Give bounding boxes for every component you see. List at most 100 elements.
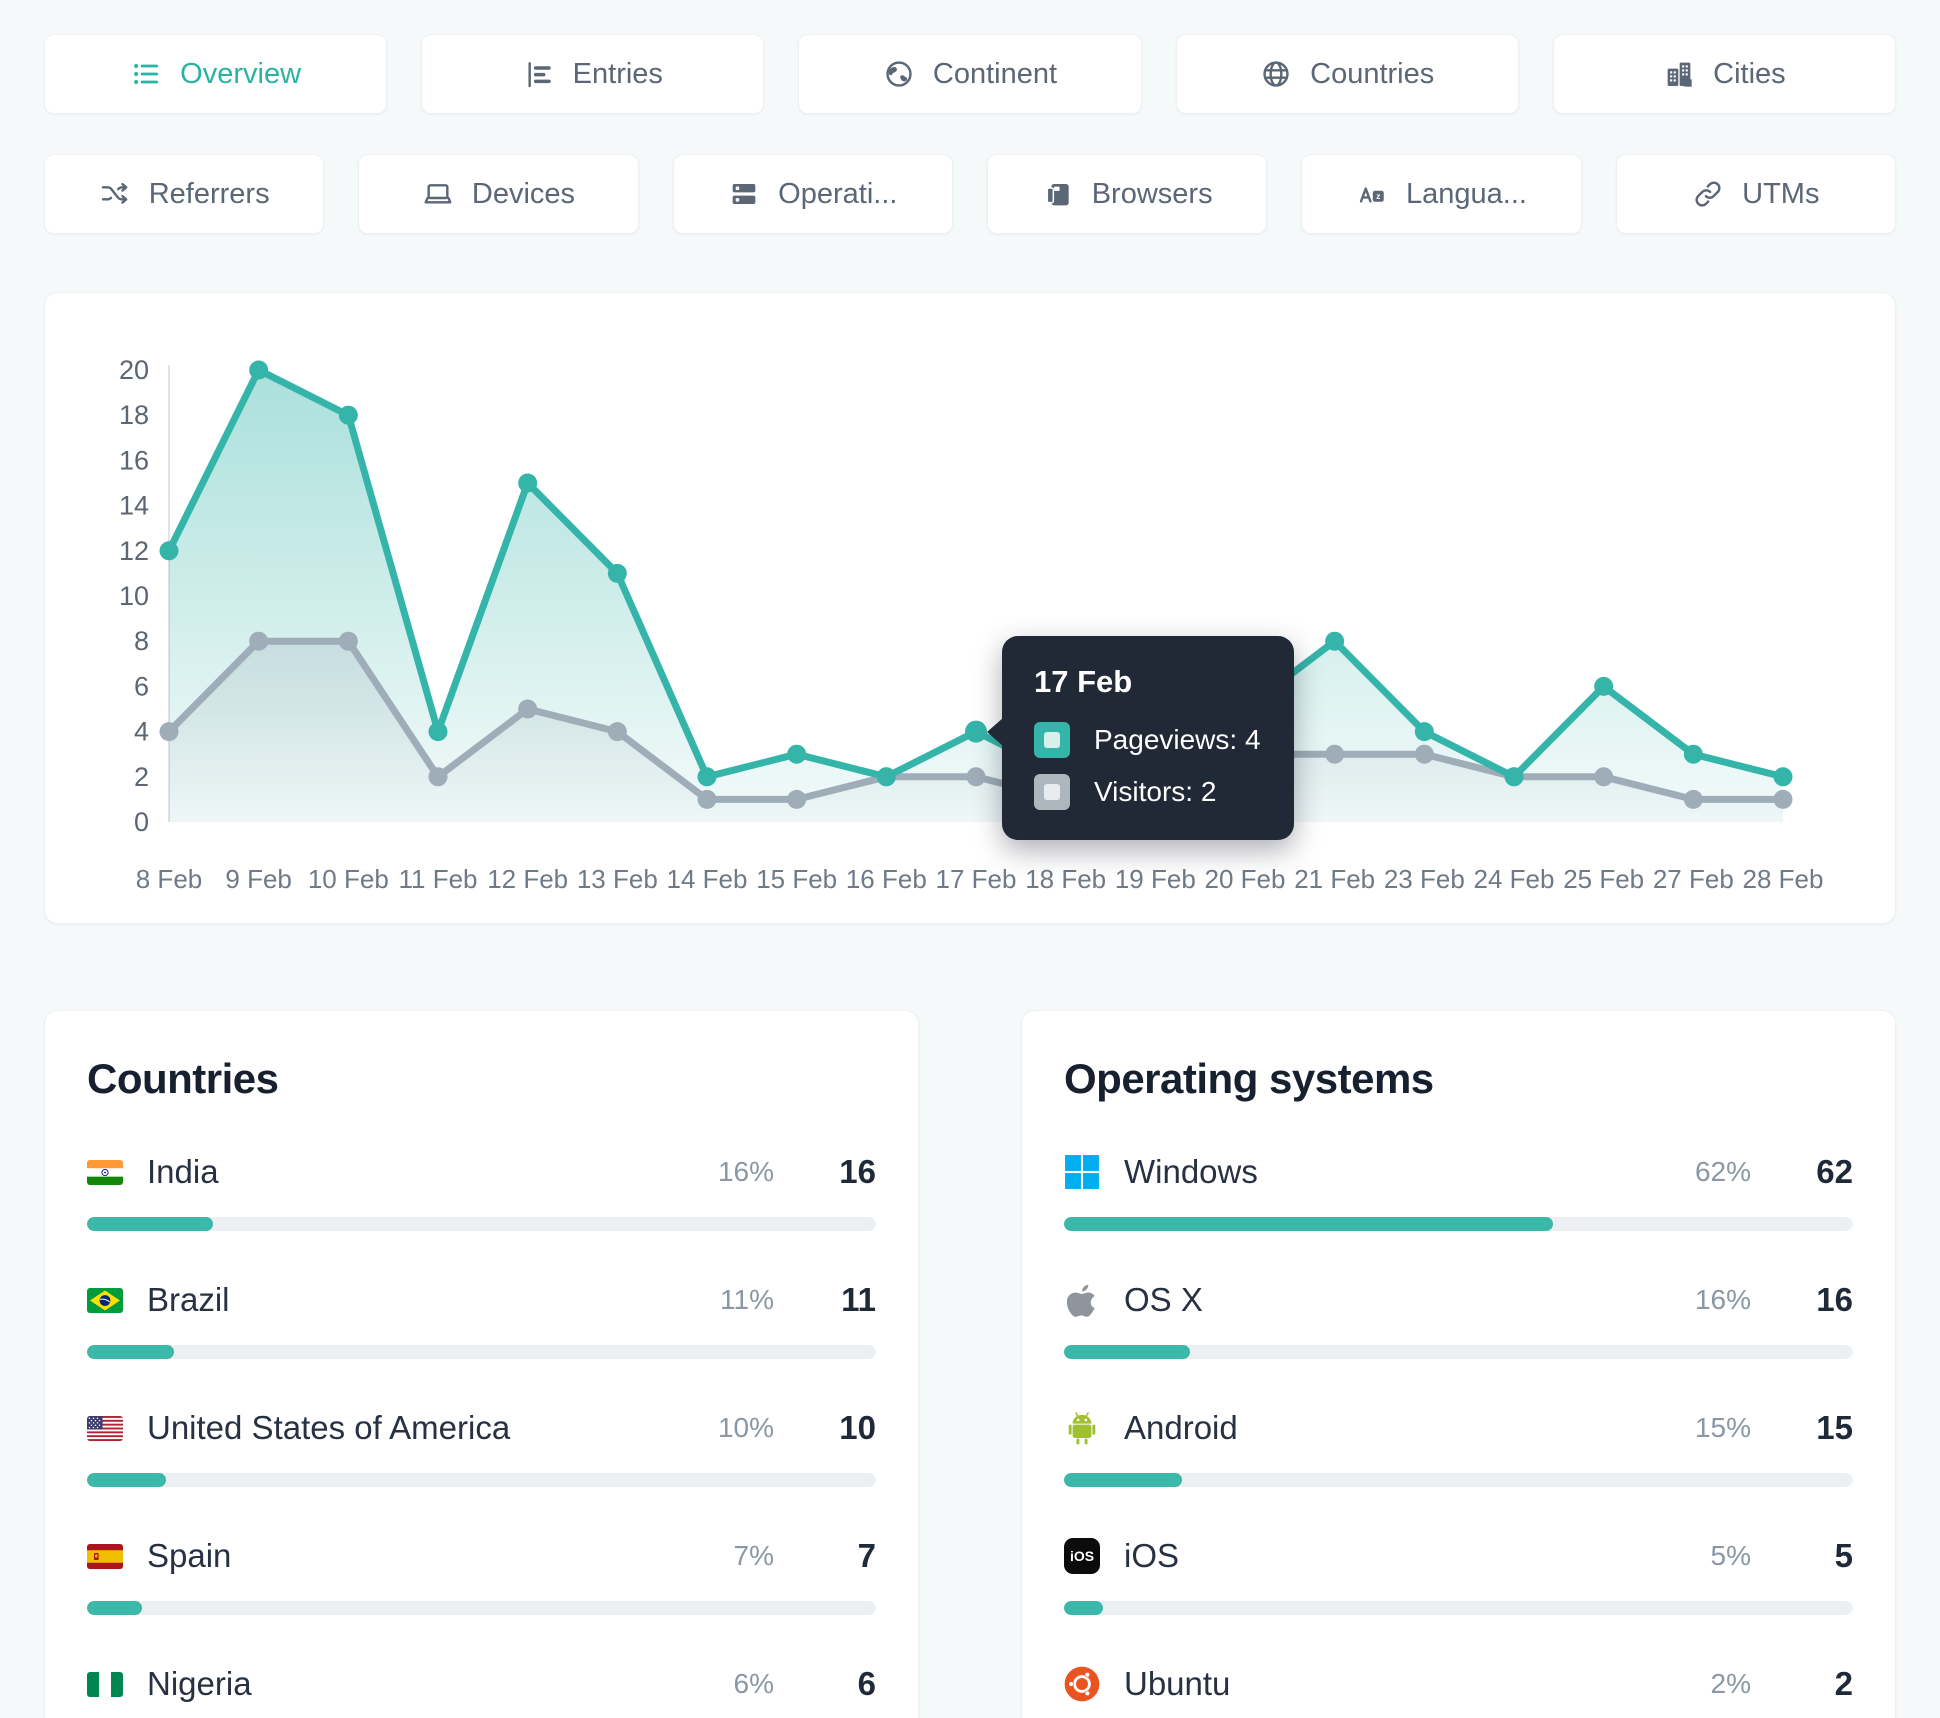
- bar-chart-icon: [523, 58, 555, 90]
- tooltip-row: Visitors: 2: [1034, 773, 1262, 810]
- svg-text:12 Feb: 12 Feb: [487, 864, 568, 894]
- svg-text:21 Feb: 21 Feb: [1294, 864, 1375, 894]
- apple-icon: [1064, 1282, 1100, 1318]
- progress-bar: [1064, 1217, 1853, 1231]
- countries-panel-title: Countries: [87, 1055, 279, 1102]
- svg-text:25 Feb: 25 Feb: [1563, 864, 1644, 894]
- svg-text:24 Feb: 24 Feb: [1474, 864, 1555, 894]
- stat-percent: 2%: [1710, 1668, 1751, 1699]
- tooltip-row: Pageviews: 4: [1034, 721, 1262, 758]
- tab-continent[interactable]: Continent: [798, 34, 1142, 114]
- link-icon: [1692, 178, 1724, 210]
- server-icon: [728, 178, 760, 210]
- stat-count: 16: [1816, 1281, 1853, 1318]
- stat-percent: 16%: [717, 1156, 774, 1187]
- stat-percent: 15%: [1694, 1412, 1751, 1443]
- operating-systems-panel: Operating systems Windows 62% 62 OS X 16% 16 A…: [1021, 1010, 1896, 1718]
- tab-cities[interactable]: Cities: [1552, 34, 1897, 114]
- svg-text:6: 6: [134, 671, 149, 701]
- tab-langua[interactable]: z Langua...: [1301, 154, 1582, 234]
- earth-icon: [883, 58, 915, 90]
- android-icon: [1064, 1410, 1100, 1446]
- progress-bar: [87, 1217, 876, 1231]
- stat-row-ios: iOS iOS 5% 5: [1064, 1537, 1853, 1615]
- progress-bar: [1064, 1473, 1853, 1487]
- stat-count: 7: [857, 1537, 876, 1574]
- list-icon: [130, 58, 162, 90]
- tab-browsers[interactable]: Browsers: [986, 154, 1268, 234]
- operating-systems-panel-title: Operating systems: [1064, 1055, 1434, 1102]
- stat-percent: 62%: [1694, 1156, 1751, 1187]
- svg-text:23 Feb: 23 Feb: [1384, 864, 1465, 894]
- progress-bar: [87, 1601, 876, 1615]
- svg-text:2: 2: [134, 762, 149, 792]
- tab-entries[interactable]: Entries: [421, 34, 765, 114]
- stat-count: 10: [839, 1409, 876, 1446]
- stat-name: United States of America: [147, 1409, 511, 1446]
- series-swatch-icon: [1034, 721, 1070, 758]
- stat-percent: 5%: [1710, 1540, 1751, 1571]
- chart-tooltip: 17 Feb Pageviews: 4 Visitors: 2: [987, 635, 1294, 840]
- flag-india-icon: [87, 1159, 123, 1185]
- countries-panel: Countries India 16% 16 Brazil 11% 11 United St…: [44, 1010, 919, 1718]
- tooltip-row-text: Visitors: 2: [1094, 775, 1217, 807]
- windows-icon: [1064, 1154, 1100, 1190]
- svg-text:13 Feb: 13 Feb: [577, 864, 658, 894]
- svg-text:8 Feb: 8 Feb: [136, 864, 203, 894]
- laptop-icon: [422, 178, 454, 210]
- svg-text:0: 0: [134, 807, 149, 837]
- stat-count: 6: [857, 1665, 876, 1702]
- stat-name: Nigeria: [147, 1665, 252, 1702]
- stat-row-android: Android 15% 15: [1064, 1409, 1853, 1487]
- svg-text:18: 18: [119, 400, 149, 430]
- ubuntu-icon: [1064, 1666, 1100, 1702]
- flag-spain-icon: [87, 1543, 123, 1569]
- stat-count: 16: [839, 1153, 876, 1190]
- browser-icon: [1042, 178, 1074, 210]
- traffic-area-chart[interactable]: 0 2 4 6 8 10 12 14 16 18 20 8 Feb 9 Feb 10 Feb 11 Feb 1…: [93, 345, 1845, 905]
- stat-name: iOS: [1124, 1537, 1180, 1574]
- stat-row-united-states-of-america: United States of America 10% 10: [87, 1409, 876, 1487]
- primary-tab-row: Overview Entries Continent Countries Cities: [44, 34, 1897, 114]
- analytics-page: Overview Entries Continent Countries Cities …: [44, 0, 1897, 1718]
- stat-row-spain: Spain 7% 7: [87, 1537, 876, 1615]
- tab-label: Entries: [572, 57, 663, 90]
- stat-row-nigeria: Nigeria 6% 6: [87, 1665, 876, 1718]
- tab-devices[interactable]: Devices: [358, 154, 639, 234]
- ios-icon: iOS: [1064, 1538, 1100, 1574]
- svg-text:20: 20: [119, 355, 149, 385]
- progress-bar: [87, 1345, 876, 1359]
- stat-row-os-x: OS X 16% 16: [1064, 1281, 1853, 1359]
- translate-icon: z: [1356, 178, 1388, 210]
- stat-name: OS X: [1124, 1281, 1203, 1318]
- shuffle-icon: [99, 178, 131, 210]
- stats-panels: Countries India 16% 16 Brazil 11% 11 United St…: [44, 1010, 1896, 1718]
- tab-label: Referrers: [148, 177, 270, 210]
- tab-countries[interactable]: Countries: [1175, 34, 1519, 114]
- tab-utms[interactable]: UTMs: [1615, 154, 1896, 234]
- tab-referrers[interactable]: Referrers: [44, 154, 325, 234]
- stat-row-windows: Windows 62% 62: [1064, 1153, 1853, 1231]
- tab-operati[interactable]: Operati...: [672, 154, 953, 234]
- tab-label: Langua...: [1406, 177, 1527, 210]
- svg-text:11 Feb: 11 Feb: [398, 864, 477, 894]
- buildings-icon: [1663, 58, 1695, 90]
- stat-name: Spain: [147, 1537, 232, 1574]
- stat-percent: 6%: [733, 1668, 774, 1699]
- stat-percent: 16%: [1694, 1284, 1751, 1315]
- stat-row-india: India 16% 16: [87, 1153, 876, 1231]
- svg-text:16 Feb: 16 Feb: [846, 864, 927, 894]
- svg-text:z: z: [1376, 191, 1380, 201]
- svg-text:16: 16: [119, 445, 149, 475]
- stat-count: 15: [1816, 1409, 1853, 1446]
- progress-bar: [1064, 1601, 1853, 1615]
- svg-text:18 Feb: 18 Feb: [1025, 864, 1106, 894]
- stat-percent: 11%: [720, 1284, 774, 1315]
- stat-count: 11: [841, 1281, 876, 1318]
- globe-icon: [1260, 58, 1292, 90]
- tab-overview[interactable]: Overview: [44, 34, 388, 114]
- svg-text:28 Feb: 28 Feb: [1743, 864, 1824, 894]
- svg-text:4: 4: [134, 717, 149, 747]
- svg-text:14 Feb: 14 Feb: [667, 864, 748, 894]
- svg-text:8: 8: [134, 626, 149, 656]
